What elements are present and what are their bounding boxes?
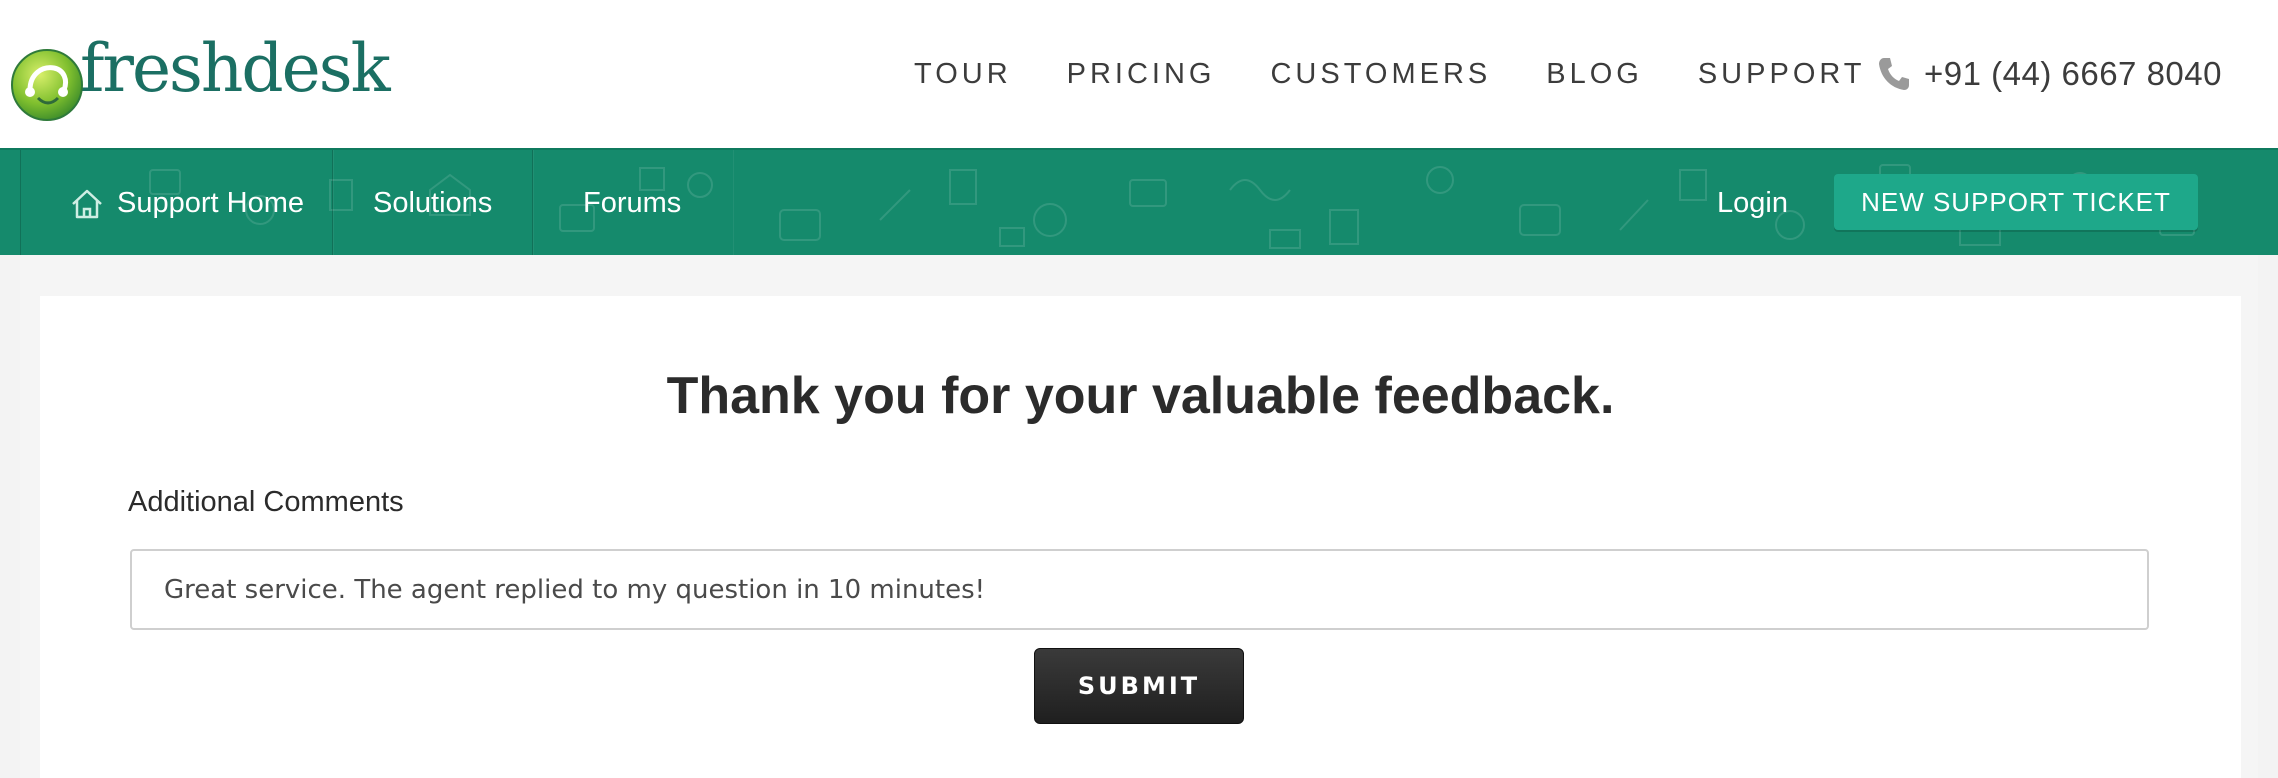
phone-icon: [1876, 54, 1912, 94]
comments-input[interactable]: [130, 549, 2149, 630]
new-support-ticket-button[interactable]: NEW SUPPORT TICKET: [1834, 174, 2198, 230]
tab-support-home-label: Support Home: [117, 187, 304, 219]
logo-text: freshdesk: [80, 30, 391, 107]
nav-blog[interactable]: BLOG: [1546, 54, 1643, 94]
freshdesk-logo-icon: [8, 46, 86, 124]
nav-customers[interactable]: CUSTOMERS: [1270, 54, 1491, 94]
tab-support-home[interactable]: Support Home: [20, 150, 333, 255]
page-title: Thank you for your valuable feedback.: [666, 367, 1615, 425]
nav-pricing[interactable]: PRICING: [1067, 54, 1216, 94]
tab-forums-label: Forums: [583, 187, 682, 219]
freshdesk-logo[interactable]: freshdesk: [8, 30, 391, 125]
comments-label: Additional Comments: [128, 486, 404, 518]
top-header: freshdesk TOUR PRICING CUSTOMERS BLOG SU…: [0, 0, 2278, 148]
submit-button[interactable]: SUBMIT: [1034, 648, 1244, 724]
tab-solutions[interactable]: Solutions: [333, 150, 533, 255]
support-tabs: Support Home Solutions Forums: [0, 150, 733, 255]
phone-contact: +91 (44) 6667 8040: [1876, 54, 2222, 94]
nav-support[interactable]: SUPPORT: [1698, 54, 1866, 94]
login-link[interactable]: Login: [1717, 150, 1788, 255]
tab-solutions-label: Solutions: [373, 187, 493, 219]
support-nav-bar: Support Home Solutions Forums Login NEW …: [0, 148, 2278, 255]
home-icon: [72, 189, 102, 218]
feedback-card: Thank you for your valuable feedback. Ad…: [40, 296, 2241, 778]
main-nav: TOUR PRICING CUSTOMERS BLOG SUPPORT: [914, 54, 1908, 94]
nav-tour[interactable]: TOUR: [914, 54, 1012, 94]
phone-number: +91 (44) 6667 8040: [1924, 55, 2222, 92]
tab-forums[interactable]: Forums: [533, 150, 733, 255]
